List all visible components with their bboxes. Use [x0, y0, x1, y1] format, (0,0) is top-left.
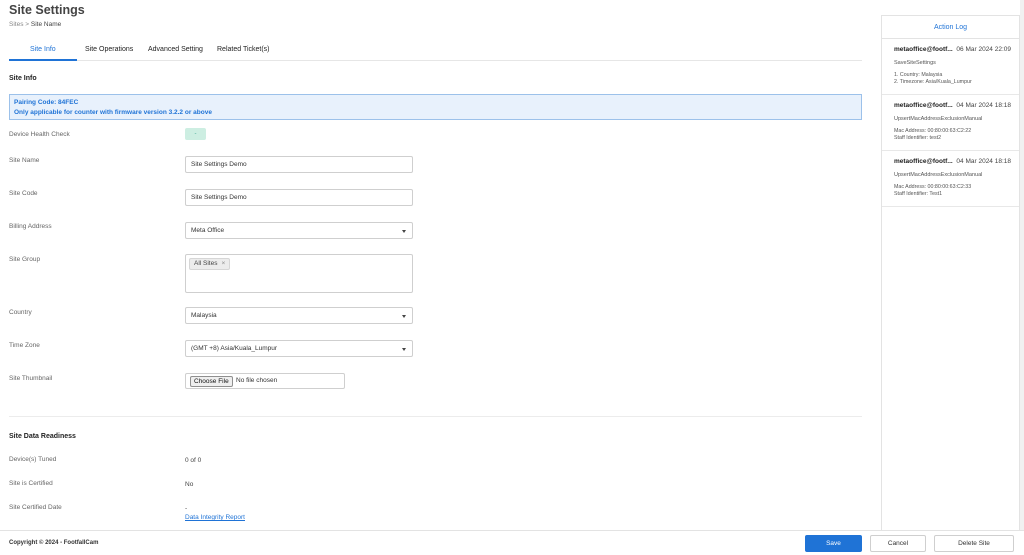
site-group-chip-label: All Sites: [194, 260, 218, 267]
site-code-label: Site Code: [9, 190, 38, 197]
log-date: 04 Mar 2024 18:18: [956, 158, 1011, 165]
time-zone-label: Time Zone: [9, 342, 40, 349]
action-log-entry: metaoffice@footf... 04 Mar 2024 18:18 Up…: [882, 151, 1019, 207]
chevron-down-icon: [402, 315, 406, 318]
billing-address-value: Meta Office: [191, 227, 225, 234]
chevron-down-icon: [402, 230, 406, 233]
breadcrumb-separator: >: [25, 21, 30, 28]
section-data-readiness-heading: Site Data Readiness: [9, 433, 76, 440]
footer-bar: Copyright © 2024 - FootfallCam Save Canc…: [0, 530, 1024, 555]
site-name-label: Site Name: [9, 157, 40, 164]
tab-related-tickets[interactable]: Related Ticket(s): [217, 46, 270, 53]
site-group-chip: All Sites ×: [189, 258, 231, 270]
pairing-code: Pairing Code: 84FEC: [14, 99, 79, 106]
billing-address-select[interactable]: Meta Office: [185, 222, 413, 239]
log-action: UpsertMacAddressExclusionManual: [894, 116, 983, 122]
chevron-down-icon: [402, 348, 406, 351]
close-icon[interactable]: ×: [221, 260, 225, 267]
log-date: 06 Mar 2024 22:09: [956, 46, 1011, 53]
tab-site-operations[interactable]: Site Operations: [85, 46, 133, 53]
pairing-code-notice: Pairing Code: 84FEC Only applicable for …: [9, 94, 862, 120]
country-label: Country: [9, 309, 32, 316]
log-detail: Mac Address: 00:80:00:63:C2:33 Staff Ide…: [894, 184, 1009, 198]
devices-tuned-label: Device(s) Tuned: [9, 456, 57, 463]
certified-date-value: -: [185, 505, 188, 512]
site-certified-value: No: [185, 481, 194, 488]
active-tab-indicator: [9, 59, 77, 61]
site-certified-label: Site is Certified: [9, 480, 53, 487]
time-zone-value: (GMT +8) Asia/Kuala_Lumpur: [191, 345, 278, 352]
action-log-entry: metaoffice@footf... 06 Mar 2024 22:09 Sa…: [882, 39, 1019, 95]
log-detail-line: Mac Address: 00:80:00:63:C2:22: [894, 128, 972, 134]
site-thumbnail-file-input: Choose File No file chosen: [185, 373, 345, 389]
action-log-entry: metaoffice@footf... 04 Mar 2024 18:18 Up…: [882, 95, 1019, 151]
log-action: UpsertMacAddressExclusionManual: [894, 172, 983, 178]
device-health-label: Device Health Check: [9, 131, 70, 138]
log-detail-line: Mac Address: 00:80:00:63:C2:33: [894, 184, 972, 190]
country-select[interactable]: Malaysia: [185, 307, 413, 324]
devices-tuned-value: 0 of 0: [185, 457, 202, 464]
copyright-text: Copyright © 2024 - FootfallCam: [9, 540, 99, 546]
delete-site-button[interactable]: Delete Site: [934, 535, 1014, 552]
certified-date-label: Site Certified Date: [9, 504, 62, 511]
cancel-button[interactable]: Cancel: [870, 535, 926, 552]
log-detail-line: 1. Country: Malaysia: [894, 72, 943, 78]
device-health-badge[interactable]: -: [185, 128, 206, 140]
billing-address-label: Billing Address: [9, 223, 52, 230]
site-thumbnail-label: Site Thumbnail: [9, 375, 53, 382]
tab-site-info[interactable]: Site Info: [30, 46, 56, 53]
tab-bar: Site Info Site Operations Advanced Setti…: [9, 40, 862, 61]
log-detail: 1. Country: Malaysia 2. Timezone: Asia/K…: [894, 72, 1009, 86]
choose-file-button[interactable]: Choose File: [190, 376, 233, 387]
save-button[interactable]: Save: [805, 535, 862, 552]
log-detail-line: 2. Timezone: Asia/Kuala_Lumpur: [894, 79, 972, 85]
site-name-input[interactable]: Site Settings Demo: [185, 156, 413, 173]
log-action: SaveSiteSettings: [894, 60, 936, 66]
tab-advanced-setting[interactable]: Advanced Setting: [148, 46, 203, 53]
log-date: 04 Mar 2024 18:18: [956, 102, 1011, 109]
main-content: Site Settings Sites > Site Name Site Inf…: [0, 0, 872, 530]
site-code-input[interactable]: Site Settings Demo: [185, 189, 413, 206]
page-scrollbar[interactable]: [1020, 0, 1024, 530]
file-status: No file chosen: [236, 377, 278, 384]
pairing-note: Only applicable for counter with firmwar…: [14, 109, 212, 116]
section-site-info-heading: Site Info: [9, 75, 37, 82]
page-title: Site Settings: [9, 3, 85, 17]
log-detail: Mac Address: 00:80:00:63:C2:22 Staff Ide…: [894, 128, 1009, 142]
action-log-title: Action Log: [882, 16, 1019, 39]
log-detail-line: Staff Identifier: Test1: [894, 191, 943, 197]
action-log-panel: Action Log metaoffice@footf... 06 Mar 20…: [881, 15, 1020, 530]
country-value: Malaysia: [191, 312, 217, 319]
data-integrity-report-link[interactable]: Data Integrity Report: [185, 514, 245, 521]
time-zone-select[interactable]: (GMT +8) Asia/Kuala_Lumpur: [185, 340, 413, 357]
log-detail-line: Staff Identifier: test2: [894, 135, 942, 141]
site-group-multiselect[interactable]: All Sites ×: [185, 254, 413, 293]
breadcrumb: Sites > Site Name: [9, 21, 61, 28]
breadcrumb-sites[interactable]: Sites: [9, 21, 23, 28]
breadcrumb-current: Site Name: [30, 21, 62, 28]
site-group-label: Site Group: [9, 256, 41, 263]
section-divider: [9, 416, 862, 417]
